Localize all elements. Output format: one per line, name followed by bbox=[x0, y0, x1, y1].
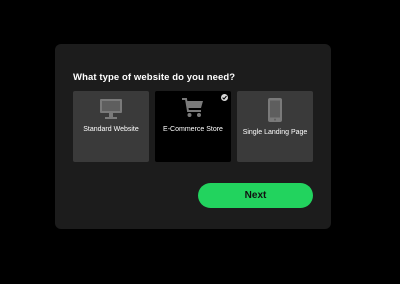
option-standard-website[interactable]: Standard Website bbox=[73, 91, 149, 162]
option-e-commerce-store[interactable]: E-Commerce Store bbox=[155, 91, 231, 162]
website-type-options: Standard Website E-Commerce Store Single… bbox=[73, 91, 313, 162]
shopping-cart-icon bbox=[182, 98, 203, 117]
option-label: Single Landing Page bbox=[242, 129, 308, 136]
selected-check-icon bbox=[221, 94, 228, 101]
option-single-landing-page[interactable]: Single Landing Page bbox=[237, 91, 313, 162]
option-label: E-Commerce Store bbox=[163, 126, 223, 133]
website-type-card: What type of website do you need? Standa… bbox=[55, 44, 331, 229]
next-button[interactable]: Next bbox=[198, 183, 313, 208]
question-heading: What type of website do you need? bbox=[73, 72, 236, 83]
option-label: Standard Website bbox=[83, 126, 139, 133]
monitor-icon bbox=[100, 99, 122, 119]
tablet-icon bbox=[268, 98, 282, 122]
